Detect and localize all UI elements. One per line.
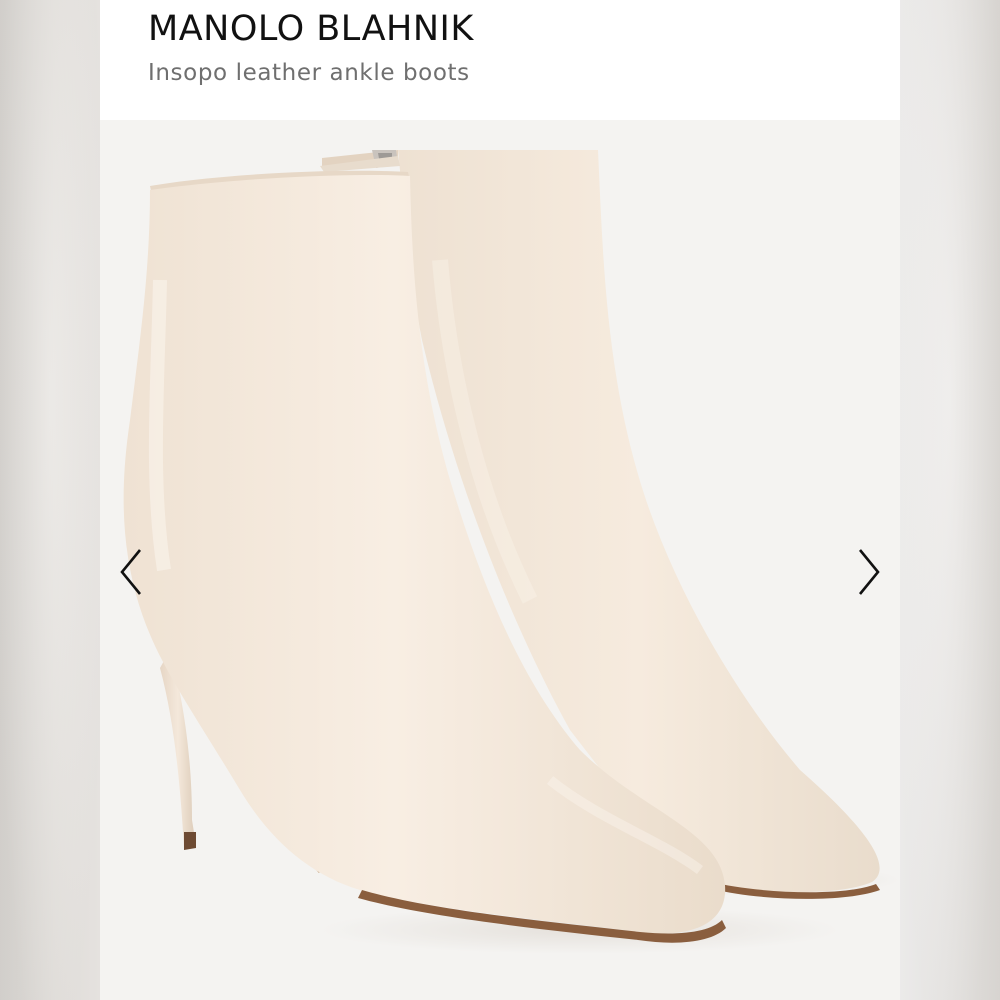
brand-name: MANOLO BLAHNIK (148, 9, 474, 49)
left-backdrop (0, 0, 100, 1000)
product-header: MANOLO BLAHNIK Insopo leather ankle boot… (100, 0, 900, 120)
right-backdrop (900, 0, 1000, 1000)
product-image (123, 150, 900, 954)
previous-image-button[interactable] (106, 542, 150, 602)
product-title: Insopo leather ankle boots (148, 60, 470, 86)
product-image-gallery[interactable] (100, 120, 900, 1000)
chevron-left-icon (120, 549, 142, 595)
chevron-right-icon (858, 549, 880, 595)
next-image-button[interactable] (850, 542, 894, 602)
